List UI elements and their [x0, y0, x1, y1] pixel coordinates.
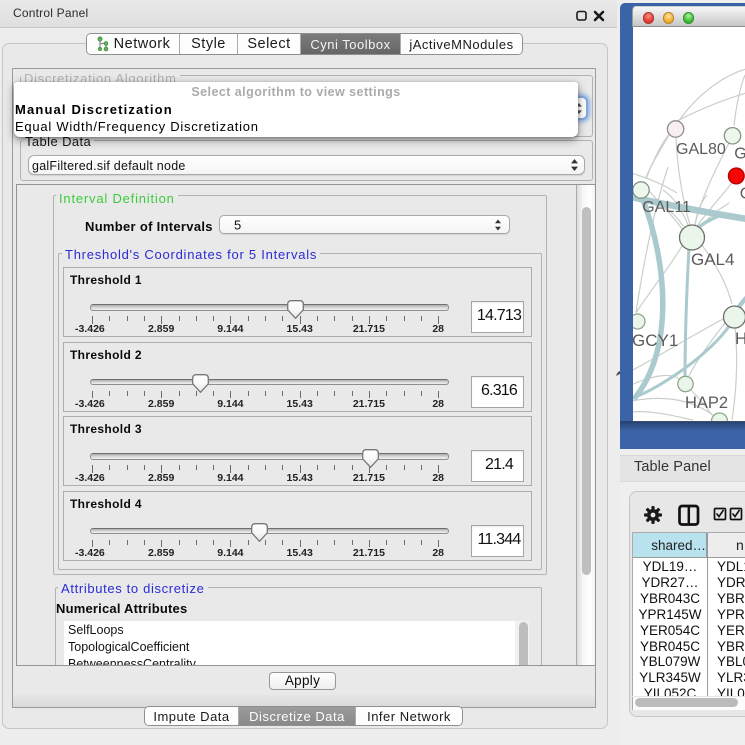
svg-text:GCY1: GCY1	[633, 331, 678, 350]
svg-text:GAL4: GAL4	[691, 250, 734, 269]
svg-text:H: H	[735, 329, 745, 348]
svg-text:HAP2: HAP2	[685, 394, 728, 412]
svg-text:GA: GA	[734, 146, 745, 163]
svg-text:C: C	[740, 186, 745, 203]
svg-text:GAL80: GAL80	[676, 141, 726, 158]
svg-text:GAL11: GAL11	[642, 199, 691, 216]
